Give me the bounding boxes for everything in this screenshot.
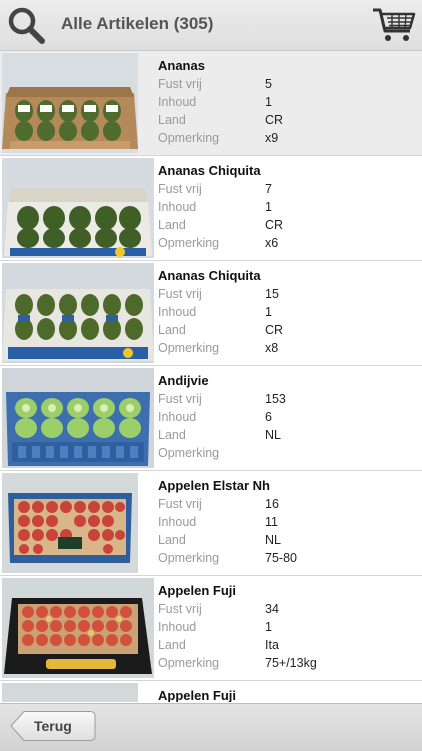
opmerking-label: Opmerking [158,446,220,460]
top-bar: Alle Artikelen (305) [0,0,422,51]
opmerking-label: Opmerking [158,656,220,670]
product-row[interactable]: Appelen Fuji [0,681,422,702]
product-name: Ananas Chiquita [158,163,261,178]
product-image-apple-crate [2,473,138,573]
land-value: CR [265,113,284,127]
land-label: Land [158,428,186,442]
land-label: Land [158,638,186,652]
land-value: NL [265,428,281,442]
inhoud-value: 6 [265,410,272,424]
product-row[interactable]: Ananas Chiquita Fust vrij 15 Inhoud 1 La… [0,261,422,366]
inhoud-label: Inhoud [158,305,197,319]
product-image-pineapple-box [2,158,154,258]
search-icon[interactable] [6,5,46,45]
product-row[interactable]: Appelen Fuji Fust vrij 34 Inhoud 1 Land … [0,576,422,681]
opmerking-value: x8 [265,341,279,355]
fust-vrij-value: 15 [265,287,279,301]
product-image-apple-box [2,683,138,702]
land-value: CR [265,218,284,232]
land-label: Land [158,533,186,547]
land-label: Land [158,113,186,127]
inhoud-value: 1 [265,200,272,214]
product-image-pineapple-box [2,263,154,363]
product-image-endive-crate [2,368,154,468]
fust-vrij-value: 153 [265,392,286,406]
opmerking-value: x9 [265,131,279,145]
opmerking-label: Opmerking [158,131,220,145]
land-value: Ita [265,638,279,652]
product-row[interactable]: Andijvie Fust vrij 153 Inhoud 6 Land NL … [0,366,422,471]
opmerking-label: Opmerking [158,551,220,565]
opmerking-value: x6 [265,236,279,250]
product-name: Ananas [158,58,205,73]
product-name: Ananas Chiquita [158,268,261,283]
product-name: Appelen Fuji [158,583,236,598]
inhoud-value: 1 [265,95,272,109]
fust-vrij-value: 7 [265,182,272,196]
fust-vrij-label: Fust vrij [158,602,202,616]
fust-vrij-label: Fust vrij [158,497,202,511]
product-list[interactable]: Ananas Fust vrij 5 Inhoud 1 Land CR Opme… [0,51,422,702]
opmerking-label: Opmerking [158,341,220,355]
inhoud-value: 1 [265,620,272,634]
back-button-label: Terug [34,718,72,734]
product-row[interactable]: Appelen Elstar Nh Fust vrij 16 Inhoud 11… [0,471,422,576]
product-name: Appelen Fuji [158,688,236,702]
inhoud-label: Inhoud [158,410,197,424]
fust-vrij-value: 5 [265,77,272,91]
product-row[interactable]: Ananas Fust vrij 5 Inhoud 1 Land CR Opme… [0,51,422,156]
product-name: Andijvie [158,373,209,388]
opmerking-value: 75+/13kg [265,656,317,670]
product-name: Appelen Elstar Nh [158,478,270,493]
fust-vrij-label: Fust vrij [158,392,202,406]
inhoud-label: Inhoud [158,620,197,634]
inhoud-value: 11 [265,515,278,529]
product-image-pineapple-box [2,53,138,153]
product-image-apple-box [2,578,154,678]
inhoud-label: Inhoud [158,95,197,109]
inhoud-label: Inhoud [158,515,197,529]
land-label: Land [158,218,186,232]
inhoud-value: 1 [265,305,272,319]
product-row[interactable]: Ananas Chiquita Fust vrij 7 Inhoud 1 Lan… [0,156,422,261]
shopping-cart-icon[interactable] [372,7,416,43]
inhoud-label: Inhoud [158,200,197,214]
land-value: CR [265,323,284,337]
opmerking-value: 75-80 [265,551,297,565]
fust-vrij-label: Fust vrij [158,182,202,196]
bottom-bar: Terug [0,703,422,751]
land-value: NL [265,533,281,547]
back-button[interactable]: Terug [10,710,96,742]
page-title: Alle Artikelen (305) [61,14,214,33]
opmerking-label: Opmerking [158,236,220,250]
land-label: Land [158,323,186,337]
fust-vrij-label: Fust vrij [158,77,202,91]
fust-vrij-label: Fust vrij [158,287,202,301]
fust-vrij-value: 34 [265,602,279,616]
fust-vrij-value: 16 [265,497,279,511]
